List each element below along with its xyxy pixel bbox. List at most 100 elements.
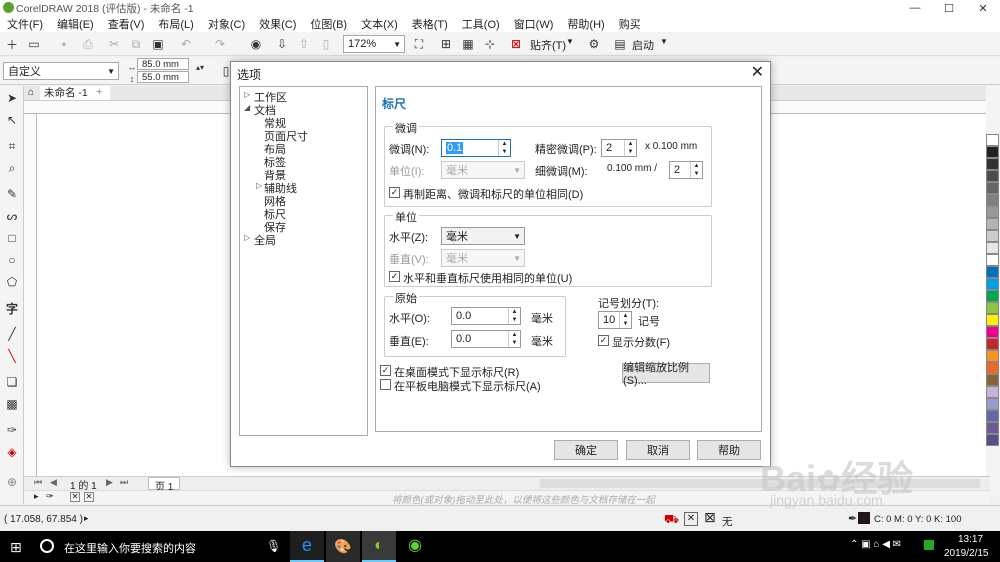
shape-tool-icon[interactable]: ↖ <box>4 112 20 128</box>
menu-bitmaps[interactable]: 位图(B) <box>303 16 354 32</box>
menu-file[interactable]: 文件(F) <box>0 16 50 32</box>
wechat-icon[interactable] <box>924 540 934 550</box>
show-desktop-checkbox[interactable]: ✓ <box>380 365 391 376</box>
super-nudge-input[interactable]: 2 ▲ ▼ <box>601 139 637 157</box>
palette-swatch[interactable] <box>986 434 999 446</box>
show-tablet-checkbox[interactable] <box>380 379 391 390</box>
spin-icon[interactable]: ▲ ▼ <box>508 308 520 324</box>
spin-icon[interactable]: ▲ ▼ <box>619 312 631 328</box>
page-width-field[interactable]: 85.0 mm <box>137 58 189 70</box>
clock-time[interactable]: 13:17 <box>958 534 983 545</box>
same-units-hv-checkbox[interactable]: ✓ <box>389 271 400 282</box>
expand-icon[interactable]: ▷ <box>256 181 262 190</box>
first-page-icon[interactable]: ⏮ <box>34 477 42 488</box>
no-color-icon[interactable]: ✕ <box>84 492 94 502</box>
no-color-icon[interactable]: ✕ <box>70 492 80 502</box>
browser-icon[interactable]: ◉ <box>398 531 432 562</box>
rulers-icon[interactable]: ⊞ <box>438 36 454 52</box>
add-tool-icon[interactable]: ⊕ <box>4 474 20 490</box>
close-icon[interactable]: ✕ <box>966 0 1000 16</box>
drop-shadow-icon[interactable]: ❏ <box>4 374 20 390</box>
palette-swatch[interactable] <box>986 254 999 266</box>
zoom-select[interactable]: 172% ▼ <box>343 35 405 53</box>
origin-vertical-input[interactable]: 0.0 ▲ ▼ <box>451 330 521 348</box>
zoom-tool-icon[interactable]: ⌕ <box>4 160 20 176</box>
new-icon[interactable]: ＋ <box>4 36 20 52</box>
palette-swatch[interactable] <box>986 242 999 254</box>
tick-divisions-input[interactable]: 10 ▲ ▼ <box>598 311 632 329</box>
tab-page-1[interactable]: 页 1 <box>148 477 181 493</box>
freehand-tool-icon[interactable]: ✎ <box>4 186 20 202</box>
chevron-down-icon[interactable]: ▼ <box>660 37 668 46</box>
grid-icon[interactable]: ▦ <box>460 36 476 52</box>
menu-help[interactable]: 帮助(H) <box>560 16 611 32</box>
next-page-icon[interactable]: ▶ <box>106 477 113 488</box>
snap-icon[interactable]: ⊠ <box>508 36 524 52</box>
spin-icon[interactable]: ▲ ▼ <box>690 162 702 178</box>
palette-swatch[interactable] <box>986 194 999 206</box>
save-icon[interactable]: ▪ <box>56 36 72 52</box>
play-icon[interactable]: ▸ <box>34 491 39 502</box>
home-icon[interactable]: ⌂ <box>28 87 34 98</box>
palette-swatch[interactable] <box>986 266 999 278</box>
expand-icon[interactable]: ▷ <box>244 90 250 99</box>
vertical-ruler[interactable] <box>24 114 37 476</box>
menu-layout[interactable]: 布局(L) <box>151 16 200 32</box>
palette-swatch[interactable] <box>986 314 999 326</box>
vertical-units-select[interactable]: 毫米 ▼ <box>441 249 525 267</box>
transparency-icon[interactable]: ▩ <box>4 396 20 412</box>
collapse-icon[interactable]: ◢ <box>244 103 250 112</box>
pdf-icon[interactable]: ▯ <box>318 36 334 52</box>
artistic-media-icon[interactable]: ᔕ <box>4 208 20 224</box>
windows-start-icon[interactable]: ⊞ <box>10 539 22 556</box>
chevron-down-icon[interactable]: ▼ <box>566 37 574 46</box>
ellipse-tool-icon[interactable]: ○ <box>4 252 20 268</box>
palette-swatch[interactable] <box>986 134 999 146</box>
palette-swatch[interactable] <box>986 290 999 302</box>
minimize-icon[interactable]: — <box>898 0 932 16</box>
coreldraw-taskbar-icon[interactable]: ◐ <box>362 531 396 562</box>
cortana-icon[interactable] <box>40 539 54 553</box>
microphone-icon[interactable]: 🎙 <box>266 539 281 553</box>
palette-swatch[interactable] <box>986 170 999 182</box>
maximize-icon[interactable]: ☐ <box>932 0 966 16</box>
micro-nudge-input[interactable]: 2 ▲ ▼ <box>669 161 703 179</box>
clock-date[interactable]: 2019/2/15 <box>944 548 989 559</box>
gear-icon[interactable]: ⚙ <box>586 36 602 52</box>
redo-icon[interactable]: ↷ <box>212 36 228 52</box>
menu-effects[interactable]: 效果(C) <box>252 16 303 32</box>
palette-swatch[interactable] <box>986 218 999 230</box>
palette-swatch[interactable] <box>986 410 999 422</box>
add-tab-icon[interactable]: + <box>96 86 102 98</box>
horizontal-units-select[interactable]: 毫米 ▼ <box>441 227 525 245</box>
menu-buy[interactable]: 购买 <box>612 16 648 32</box>
palette-swatch[interactable] <box>986 302 999 314</box>
palette-swatch[interactable] <box>986 398 999 410</box>
paint-icon[interactable]: 🎨 <box>326 531 360 562</box>
nudge-input[interactable]: 0.1 ▲ ▼ <box>441 139 511 157</box>
palette-swatch[interactable] <box>986 182 999 194</box>
close-icon[interactable]: ✕ <box>751 62 764 82</box>
prev-page-icon[interactable]: ◀ <box>50 477 57 488</box>
menu-edit[interactable]: 编辑(E) <box>50 16 101 32</box>
edge-icon[interactable]: e <box>290 531 324 562</box>
tray-icons[interactable]: ⌃ ▣ ⌂ ◀ ✉ <box>850 539 901 550</box>
fill-icon[interactable]: ◈ <box>4 444 20 460</box>
import-icon[interactable]: ⇩ <box>274 36 290 52</box>
eyedropper-icon[interactable]: ✑ <box>4 422 20 438</box>
export-icon[interactable]: ⇧ <box>296 36 312 52</box>
polygon-tool-icon[interactable]: ⬠ <box>4 274 20 290</box>
connector-tool-icon[interactable]: ╲ <box>4 348 20 364</box>
paste-icon[interactable]: ▣ <box>150 36 166 52</box>
text-tool-icon[interactable]: 字 <box>4 300 20 316</box>
show-fractions-checkbox[interactable]: ✓ <box>598 335 609 346</box>
palette-swatch[interactable] <box>986 278 999 290</box>
menu-object[interactable]: 对象(C) <box>201 16 252 32</box>
spin-icon[interactable]: ▴▾ <box>192 59 208 75</box>
dimension-tool-icon[interactable]: ╱ <box>4 326 20 342</box>
palette-swatch[interactable] <box>986 362 999 374</box>
print-icon[interactable]: ⎙ <box>80 36 96 52</box>
palette-swatch[interactable] <box>986 158 999 170</box>
origin-horizontal-input[interactable]: 0.0 ▲ ▼ <box>451 307 521 325</box>
cancel-button[interactable]: 取消 <box>626 440 690 460</box>
